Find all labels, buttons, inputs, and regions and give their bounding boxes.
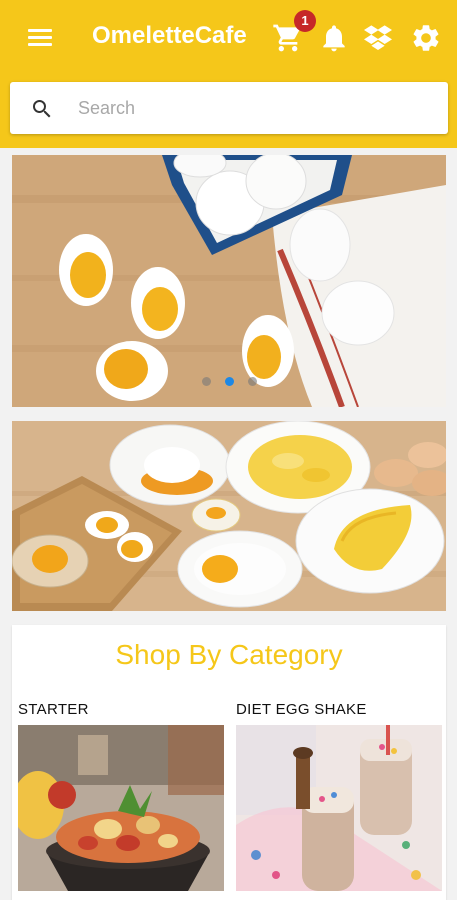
carousel-dot[interactable] xyxy=(247,377,257,386)
category-section: Shop By Category STARTER DIET EGG SHAKE xyxy=(12,625,446,900)
carousel-indicator xyxy=(12,373,446,391)
dropbox-icon[interactable] xyxy=(362,22,394,54)
category-card-diet-egg-shake[interactable]: DIET EGG SHAKE xyxy=(236,701,442,891)
category-image xyxy=(18,725,224,891)
app-bar: OmeletteCafe 1 xyxy=(0,0,457,148)
cart-count-badge: 1 xyxy=(294,10,316,32)
search-bar xyxy=(10,82,448,134)
category-section-title: Shop By Category xyxy=(115,639,343,670)
carousel-dot[interactable] xyxy=(201,377,211,386)
settings-icon[interactable] xyxy=(410,22,442,54)
category-image xyxy=(236,725,442,891)
app-title: OmeletteCafe xyxy=(92,22,247,49)
search-icon[interactable] xyxy=(30,97,54,121)
category-label: STARTER xyxy=(18,701,89,718)
bell-icon[interactable] xyxy=(318,22,350,54)
search-input[interactable] xyxy=(78,94,428,122)
carousel-banner[interactable] xyxy=(12,155,446,407)
menu-icon[interactable] xyxy=(26,26,54,50)
promo-banner[interactable] xyxy=(12,421,446,611)
boiled-eggs-image xyxy=(12,155,446,407)
egg-dishes-image xyxy=(12,421,446,611)
toolbar: OmeletteCafe 1 xyxy=(0,0,457,76)
category-card-starter[interactable]: STARTER xyxy=(18,701,224,891)
carousel-dot-active[interactable] xyxy=(224,377,234,386)
category-label: DIET EGG SHAKE xyxy=(236,701,367,718)
